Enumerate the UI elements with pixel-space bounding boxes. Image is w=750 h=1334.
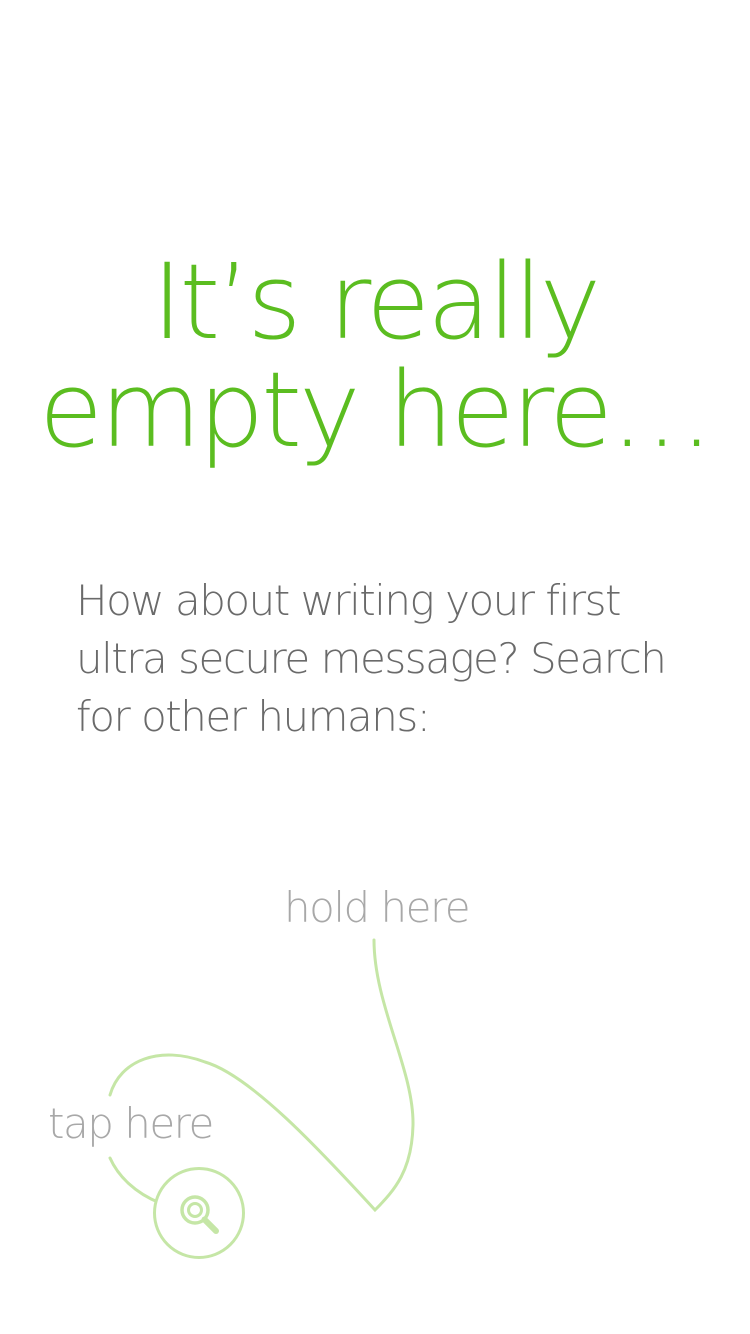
headline-line-2: empty here… [38, 349, 714, 471]
tap-here-hint: tap here [48, 1099, 214, 1148]
tap-guide-line [108, 1156, 162, 1205]
hold-guide-line [108, 938, 415, 1213]
headline-line-1: It’s really [151, 241, 601, 363]
hold-here-hint: hold here [284, 883, 471, 932]
search-button[interactable] [153, 1167, 245, 1259]
search-icon [180, 1195, 219, 1234]
empty-state-headline: It’s really empty here… [0, 248, 750, 464]
empty-state-message: How about writing your first ultra secur… [76, 576, 667, 741]
empty-conversations-screen: It’s really empty here… How about writin… [0, 0, 750, 1334]
